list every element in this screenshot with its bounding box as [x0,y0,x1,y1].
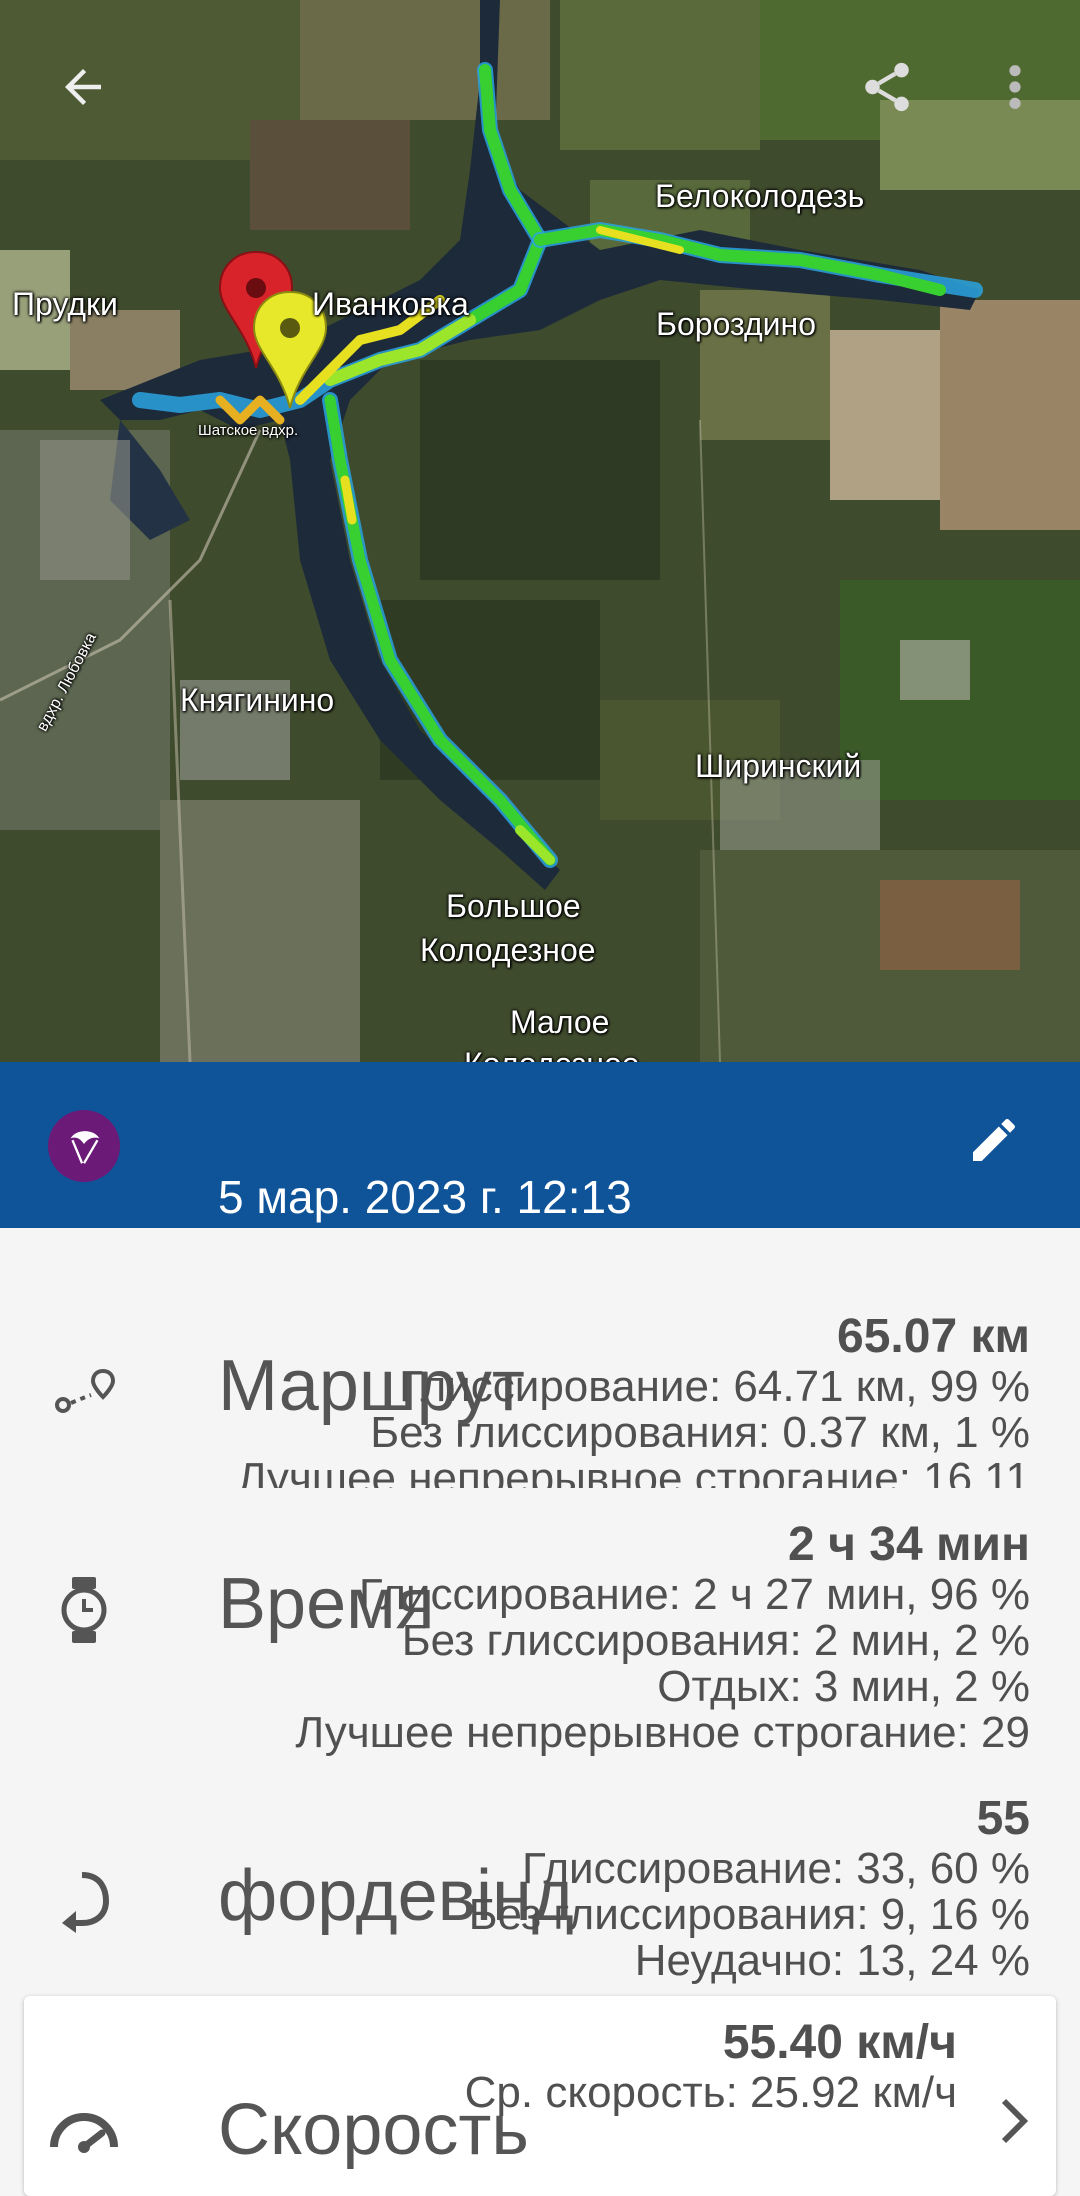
stat-speed-card[interactable]: Скорость 55.40 км/ч Ср. скорость: 25.92 … [24,1996,1056,2196]
stat-jibe-planing: Глиссирование: 33, 60 % [522,1844,1030,1893]
chevron-right-icon[interactable] [994,2096,1034,2146]
map-label-maloe-2: Колодезное [464,1046,640,1062]
stat-time-best-run: Лучшее непрерывное строгание: 29 [295,1708,1030,1757]
session-date: 5 мар. 2023 г. 12:13 [218,1171,632,1223]
map-label-shirinsky: Ширинский [695,748,862,784]
stat-speed-average: Ср. скорость: 25.92 км/ч [464,2068,957,2117]
pencil-icon [973,1118,1015,1161]
stat-jibe[interactable]: фордевінд 55 Глиссирование: 33, 60 % Без… [0,1758,1080,1988]
map-label-knyaginino: Княгинино [180,682,335,718]
map-label-ivanovka: Иванковка [312,286,469,322]
arrow-back-icon [65,69,101,105]
more-vert-icon [1009,65,1021,109]
route-icon [48,1356,120,1428]
turn-arrow-icon [48,1864,120,1936]
more-options-button[interactable] [980,52,1050,122]
back-button[interactable] [48,52,118,122]
sport-avatar[interactable] [48,1110,120,1182]
stat-route-planing: Глиссирование: 64.71 км, 99 % [399,1362,1030,1411]
edit-button[interactable] [958,1104,1030,1176]
share-icon [865,62,909,112]
stat-time[interactable]: Время 2 ч 34 мин Глиссирование: 2 ч 27 м… [0,1488,1080,1758]
map-label-borozdino: Бороздино [656,306,817,342]
stat-speed-values: 55.40 км/ч Ср. скорость: 25.92 км/ч [465,2016,957,2116]
stat-speed-max: 55.40 км/ч [722,2016,957,2069]
map-label-bolshoe-2: Колодезное [420,932,596,968]
map-label-prudki: Прудки [12,286,118,322]
stat-time-values: 2 ч 34 мин Глиссирование: 2 ч 27 мин, 96… [295,1518,1030,1756]
map-view[interactable]: Прудки Иванковка Белоколодезь Бороздино … [0,0,1080,1062]
map-label-bolshoe-1: Большое [446,888,581,924]
stat-route-best-run: Лучшее непрерывное строгание: 16.11 [237,1454,1030,1489]
stat-jibe-values: 55 Глиссирование: 33, 60 % Без глиссиров… [469,1792,1030,1984]
stat-time-total: 2 ч 34 мин [788,1518,1030,1571]
kite-icon [70,1131,100,1164]
stat-time-non-planing: Без глиссирования: 2 мин, 2 % [401,1616,1030,1665]
map-label-belokolodez: Белоколодезь [655,178,865,214]
stat-route-non-planing: Без глиссирования: 0.37 км, 1 % [370,1408,1030,1457]
stat-jibe-non-planing: Без глиссирования: 9, 16 % [468,1890,1030,1939]
map-label-shatskoe: Шатское вдхр. [198,422,299,439]
stat-time-planing: Глиссирование: 2 ч 27 мин, 96 % [358,1570,1030,1619]
stat-route-values: 65.07 км Глиссирование: 64.71 км, 99 % Б… [237,1310,1030,1488]
stat-route-total: 65.07 км [837,1310,1030,1363]
share-button[interactable] [852,52,922,122]
speedometer-icon [48,2096,120,2168]
watch-icon [48,1574,120,1646]
stat-route[interactable]: Маршрут 65.07 км Глиссирование: 64.71 км… [0,1228,1080,1488]
map-label-maloe-1: Малое [510,1004,610,1040]
stat-jibe-total: 55 [976,1792,1030,1845]
stat-time-rest: Отдых: 3 мин, 2 % [657,1662,1030,1711]
stat-jibe-failed: Неудачно: 13, 24 % [634,1936,1030,1985]
